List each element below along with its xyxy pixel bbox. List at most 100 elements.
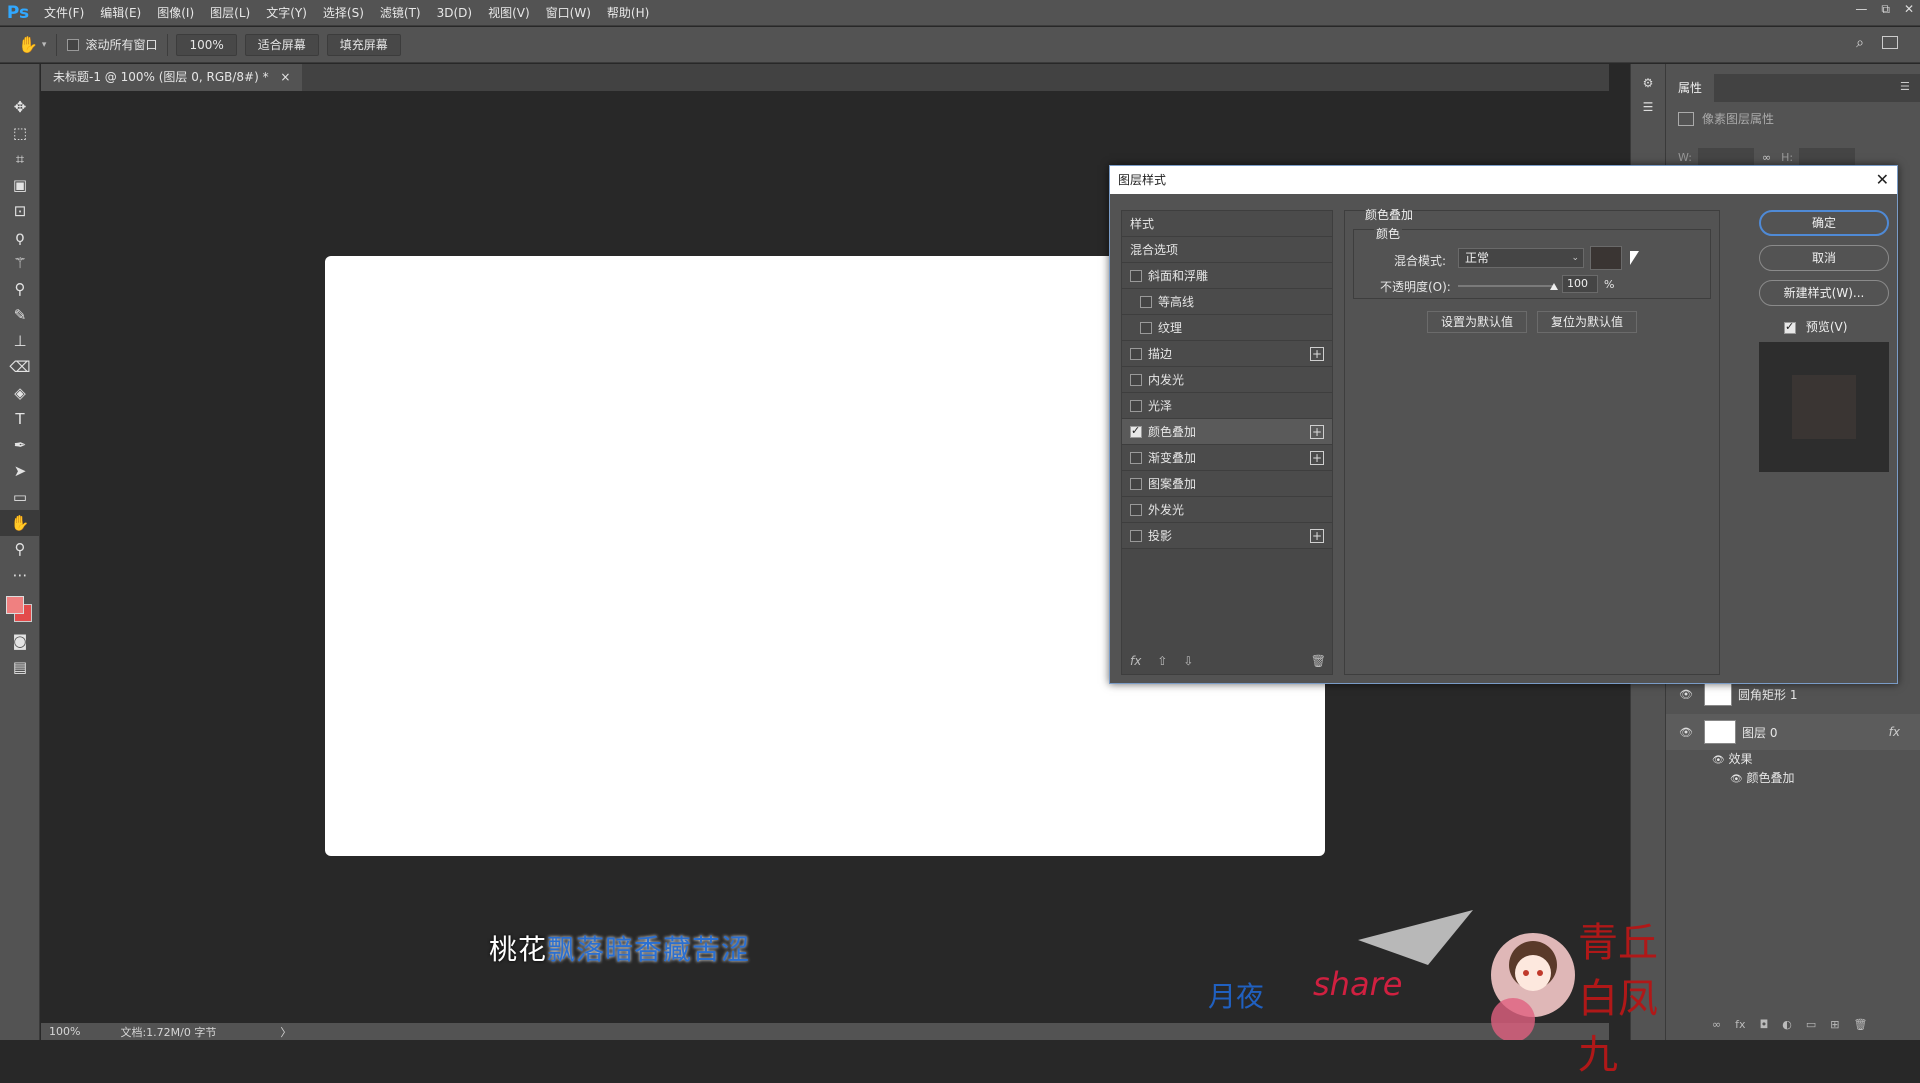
fit-screen-button[interactable]: 适合屏幕 xyxy=(244,33,319,56)
zoom-100-button[interactable]: 100% xyxy=(176,33,237,56)
width-field[interactable] xyxy=(1697,148,1754,166)
scroll-all-checkbox[interactable] xyxy=(67,38,80,51)
menu-view[interactable]: 视图(V) xyxy=(480,4,538,21)
adjustment-layer-icon[interactable]: ◐ xyxy=(1782,1018,1792,1031)
menu-window[interactable]: 窗口(W) xyxy=(538,4,599,21)
lasso-tool-icon[interactable]: ϙ xyxy=(0,224,40,250)
menu-image[interactable]: 图像(I) xyxy=(149,4,202,21)
fx-menu-icon[interactable]: fx xyxy=(1130,654,1141,668)
cancel-button[interactable]: 取消 xyxy=(1759,245,1889,271)
move-down-icon[interactable]: ⇩ xyxy=(1183,654,1193,668)
frame-tool-icon[interactable]: ▣ xyxy=(0,172,40,198)
add-color-overlay-icon[interactable]: + xyxy=(1310,425,1324,439)
inner-glow-checkbox[interactable] xyxy=(1130,373,1142,386)
delete-layer-icon[interactable]: 🗑 xyxy=(1854,1018,1868,1031)
more-tools-icon[interactable]: ⋯ xyxy=(0,562,40,588)
style-item-bevel[interactable]: 斜面和浮雕 xyxy=(1122,263,1332,289)
hand-tool-icon[interactable]: ✋ xyxy=(18,35,38,54)
menu-type[interactable]: 文字(Y) xyxy=(258,4,315,21)
adjustments-icon[interactable]: ⚙ xyxy=(1640,76,1656,90)
preview-checkbox[interactable] xyxy=(1784,320,1796,334)
add-stroke-icon[interactable]: + xyxy=(1310,347,1324,361)
style-item-satin[interactable]: 光泽 xyxy=(1122,393,1332,419)
workspace-icon[interactable] xyxy=(1882,36,1898,49)
marquee-tool-icon[interactable]: ⬚ xyxy=(0,120,40,146)
paint-bucket-tool-icon[interactable]: ◈ xyxy=(0,380,40,406)
style-item-stroke[interactable]: 描边 + xyxy=(1122,341,1332,367)
opacity-slider-handle[interactable] xyxy=(1550,283,1558,290)
stamp-tool-icon[interactable]: ⊥ xyxy=(0,328,40,354)
add-mask-icon[interactable]: ◘ xyxy=(1760,1018,1769,1031)
panel-menu-icon[interactable]: ☰ xyxy=(1900,80,1910,93)
eyedropper-tool-icon[interactable]: ⚲ xyxy=(0,276,40,302)
blend-mode-select[interactable]: 正常 ⌄ xyxy=(1458,248,1584,268)
set-default-button[interactable]: 设置为默认值 xyxy=(1427,311,1527,333)
dialog-close-icon[interactable]: ✕ xyxy=(1876,166,1889,194)
visibility-eye-icon[interactable]: 👁 xyxy=(1712,755,1725,766)
link-layers-icon[interactable]: ∞ xyxy=(1712,1018,1721,1031)
path-select-tool-icon[interactable]: ➤ xyxy=(0,458,40,484)
minimize-button[interactable]: — xyxy=(1855,2,1867,17)
status-arrow-icon[interactable]: 〉 xyxy=(280,1024,291,1040)
brush-tool-icon[interactable]: ✎ xyxy=(0,302,40,328)
style-item-outer-glow[interactable]: 外发光 xyxy=(1122,497,1332,523)
new-style-button[interactable]: 新建样式(W)... xyxy=(1759,280,1889,306)
style-item-color-overlay[interactable]: 颜色叠加 + xyxy=(1122,419,1332,445)
style-item-drop-shadow[interactable]: 投影 + xyxy=(1122,523,1332,549)
layer-fx-icon[interactable]: fx xyxy=(1889,725,1900,739)
style-item-texture[interactable]: 纹理 xyxy=(1122,315,1332,341)
blend-options-item[interactable]: 混合选项 xyxy=(1122,237,1332,263)
gradient-overlay-checkbox[interactable] xyxy=(1130,451,1142,464)
screen-mode-icon[interactable]: ▤ xyxy=(0,654,40,680)
properties-icon[interactable]: ☰ xyxy=(1640,100,1656,114)
opacity-slider[interactable] xyxy=(1458,285,1554,287)
menu-filter[interactable]: 滤镜(T) xyxy=(372,4,429,21)
eraser-tool-icon[interactable]: ⌫ xyxy=(0,354,40,380)
menu-help[interactable]: 帮助(H) xyxy=(599,4,657,21)
styles-header[interactable]: 样式 xyxy=(1122,211,1332,237)
satin-checkbox[interactable] xyxy=(1130,399,1142,412)
layer-row-layer0[interactable]: 👁 图层 0 fx xyxy=(1666,714,1920,750)
link-icon[interactable]: ∞ xyxy=(1762,151,1771,164)
menu-3d[interactable]: 3D(D) xyxy=(429,6,480,20)
preview-row[interactable]: 预览(V) xyxy=(1784,318,1847,335)
restore-button[interactable]: ⧉ xyxy=(1881,2,1890,17)
shape-tool-icon[interactable]: ▭ xyxy=(0,484,40,510)
visibility-eye-icon[interactable]: 👁 xyxy=(1730,774,1743,785)
object-select-tool-icon[interactable]: ⊡ xyxy=(0,198,40,224)
chevron-down-icon[interactable]: ▾ xyxy=(42,40,47,50)
effects-row[interactable]: 👁 效果 xyxy=(1712,750,1795,767)
layer-name[interactable]: 图层 0 xyxy=(1742,724,1777,741)
outer-glow-checkbox[interactable] xyxy=(1130,503,1142,516)
close-window-button[interactable]: ✕ xyxy=(1904,2,1914,17)
height-field[interactable] xyxy=(1799,148,1856,166)
menu-select[interactable]: 选择(S) xyxy=(315,4,372,21)
search-icon[interactable]: ⌕ xyxy=(1856,35,1864,51)
texture-checkbox[interactable] xyxy=(1140,321,1152,334)
move-tool-icon[interactable]: ✥ xyxy=(0,94,40,120)
magic-wand-tool-icon[interactable]: ⚚ xyxy=(0,250,40,276)
pattern-overlay-checkbox[interactable] xyxy=(1130,477,1142,490)
overlay-color-swatch[interactable] xyxy=(1590,246,1622,270)
foreground-color-swatch[interactable] xyxy=(6,596,24,614)
tab-properties[interactable]: 属性 xyxy=(1666,74,1714,102)
drop-shadow-checkbox[interactable] xyxy=(1130,529,1142,542)
visibility-eye-icon[interactable]: 👁 xyxy=(1674,726,1698,739)
style-item-contour[interactable]: 等高线 xyxy=(1122,289,1332,315)
fill-screen-button[interactable]: 填充屏幕 xyxy=(326,33,401,56)
contour-checkbox[interactable] xyxy=(1140,295,1152,308)
color-overlay-effect-row[interactable]: 👁 颜色叠加 xyxy=(1730,769,1795,786)
visibility-eye-icon[interactable]: 👁 xyxy=(1674,688,1698,701)
document-tab[interactable]: 未标题-1 @ 100% (图层 0, RGB/8#) * × xyxy=(41,64,303,91)
menu-file[interactable]: 文件(F) xyxy=(36,4,92,21)
opacity-input[interactable]: 100 xyxy=(1562,275,1598,293)
menu-edit[interactable]: 编辑(E) xyxy=(92,4,149,21)
menu-layer[interactable]: 图层(L) xyxy=(202,4,258,21)
layer-name[interactable]: 圆角矩形 1 xyxy=(1738,686,1797,703)
color-overlay-checkbox[interactable] xyxy=(1130,424,1142,438)
hand-tool-icon[interactable]: ✋ xyxy=(0,510,40,536)
status-zoom[interactable]: 100% xyxy=(49,1025,80,1038)
color-swatches[interactable] xyxy=(0,588,39,628)
dialog-title-bar[interactable]: 图层样式 xyxy=(1110,166,1897,194)
add-gradient-overlay-icon[interactable]: + xyxy=(1310,451,1324,465)
